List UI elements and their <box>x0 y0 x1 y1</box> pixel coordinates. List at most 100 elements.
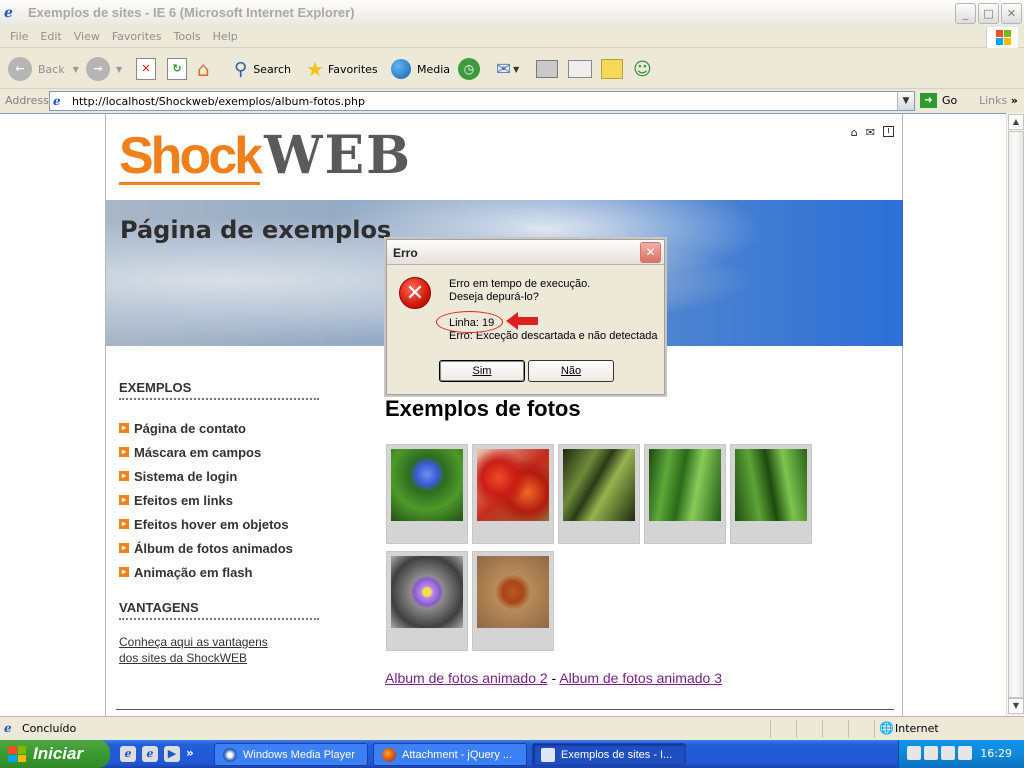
task-ie-exemplos[interactable]: Exemplos de sites - I... <box>532 743 686 766</box>
links-button[interactable]: Links » <box>979 94 1018 107</box>
menu-edit[interactable]: Edit <box>34 27 67 43</box>
media-player-quicklaunch-icon[interactable]: ▶ <box>164 746 180 762</box>
media-button[interactable]: Media <box>391 55 450 83</box>
status-bar: ℯ Concluído 🌐 Internet <box>0 716 1024 740</box>
vantagens-link-line2[interactable]: dos sites da ShockWEB <box>119 650 324 666</box>
annotation-ellipse <box>436 311 503 333</box>
vertical-scrollbar[interactable]: ▲ ▼ <box>1006 113 1024 716</box>
chevron-right-icon[interactable]: » <box>186 746 194 762</box>
media-label: Media <box>417 62 451 76</box>
favorites-button[interactable]: ★ Favorites <box>306 55 378 83</box>
task-firefox[interactable]: Attachment - jQuery ... <box>373 743 527 766</box>
photo-thumb-5[interactable] <box>730 444 812 544</box>
volume-icon[interactable] <box>941 746 955 760</box>
vantagens-link-line1[interactable]: Conheça aqui as vantagens <box>119 634 324 650</box>
mail-button[interactable]: ✉ ▼ <box>496 55 519 83</box>
menu-favorites[interactable]: Favorites <box>106 27 168 43</box>
sidebar-heading-exemplos: EXEMPLOS <box>119 380 319 400</box>
refresh-button[interactable]: ↻ <box>167 55 187 83</box>
status-text: Concluído <box>22 722 77 735</box>
arrow-bullet-icon: ▸ <box>119 495 129 505</box>
messenger-button[interactable]: ☺ <box>633 55 652 83</box>
photo-thumb-6[interactable] <box>386 551 468 651</box>
yes-button[interactable]: Sim <box>439 360 525 382</box>
info-icon[interactable]: i <box>883 126 894 137</box>
chevron-right-icon: » <box>1010 94 1018 107</box>
sidebar-item-label: Página de contato <box>134 420 246 436</box>
mail-icon[interactable]: ✉ <box>866 126 875 139</box>
media-player-icon <box>223 747 237 762</box>
network-icon[interactable] <box>907 746 921 760</box>
address-input[interactable]: ℯ http://localhost/Shockweb/exemplos/alb… <box>49 91 915 111</box>
edit-button[interactable] <box>568 55 592 83</box>
sidebar-item-login[interactable]: ▸ Sistema de login <box>119 464 324 488</box>
menu-view[interactable]: View <box>68 27 106 43</box>
sidebar-item-efeitos-hover[interactable]: ▸ Efeitos hover em objetos <box>119 512 324 536</box>
arrow-bullet-icon: ▸ <box>119 423 129 433</box>
sidebar-item-efeitos-links[interactable]: ▸ Efeitos em links <box>119 488 324 512</box>
address-value: http://localhost/Shockweb/exemplos/album… <box>72 95 366 108</box>
search-icon: ⚲ <box>234 58 248 80</box>
scroll-down-icon[interactable]: ▼ <box>1008 698 1024 714</box>
minimize-button[interactable]: _ <box>955 3 976 24</box>
photo-thumb-2[interactable] <box>472 444 554 544</box>
close-button[interactable]: ✕ <box>1001 3 1022 24</box>
security-zone: Internet <box>895 722 939 735</box>
ie-quicklaunch-icon[interactable]: ℯ <box>120 746 136 762</box>
start-button[interactable]: Iniciar <box>0 740 110 768</box>
note-icon <box>601 59 623 79</box>
album-links: Album de fotos animado 2 - Album de foto… <box>385 670 722 686</box>
sidebar-item-contato[interactable]: ▸ Página de contato <box>119 416 324 440</box>
menu-file[interactable]: File <box>4 27 34 43</box>
forward-button[interactable]: → ▼ <box>86 55 122 83</box>
scroll-up-icon[interactable]: ▲ <box>1008 114 1024 130</box>
dialog-close-button[interactable]: ✕ <box>640 242 661 263</box>
print-button[interactable] <box>536 55 558 83</box>
home-icon: ⌂ <box>197 57 210 81</box>
album-link-3[interactable]: Album de fotos animado 3 <box>559 670 722 686</box>
search-button[interactable]: ⚲ Search <box>234 55 291 83</box>
history-button[interactable]: ◷ <box>458 55 480 83</box>
no-button[interactable]: Não <box>528 360 614 382</box>
sidebar-item-mascara[interactable]: ▸ Máscara em campos <box>119 440 324 464</box>
site-logo[interactable]: ShockWEB <box>119 128 412 185</box>
sidebar-item-label: Efeitos hover em objetos <box>134 516 289 532</box>
photo-thumb-7[interactable] <box>472 551 554 651</box>
task-media-player[interactable]: Windows Media Player <box>214 743 368 766</box>
clock: 16:29 <box>980 747 1012 760</box>
go-label: Go <box>942 94 958 107</box>
connection-icon[interactable] <box>924 746 938 760</box>
photo-thumb-3[interactable] <box>558 444 640 544</box>
home-button[interactable]: ⌂ <box>197 55 210 83</box>
sidebar-item-album[interactable]: ▸ Álbum de fotos animados <box>119 536 324 560</box>
back-button[interactable]: ← Back ▼ <box>8 55 79 83</box>
dialog-title-bar: Erro ✕ <box>387 240 664 265</box>
address-bar: Address ℯ http://localhost/Shockweb/exem… <box>0 90 1024 112</box>
menu-help[interactable]: Help <box>207 27 244 43</box>
back-arrow-icon: ← <box>8 57 32 81</box>
photo-red-leaves <box>477 449 549 521</box>
chevron-down-icon: ▼ <box>116 64 123 74</box>
photo-grass <box>735 449 807 521</box>
security-icon[interactable] <box>958 746 972 760</box>
photo-thumb-1[interactable] <box>386 444 468 544</box>
address-dropdown-icon[interactable]: ▼ <box>897 92 914 110</box>
album-link-2[interactable]: Album de fotos animado 2 <box>385 670 548 686</box>
discuss-button[interactable] <box>601 55 623 83</box>
title-bar: ℯ Exemplos de sites - IE 6 (Microsoft In… <box>0 0 1024 27</box>
ie-alt-quicklaunch-icon[interactable]: ℯ <box>142 746 158 762</box>
dialog-message-line1: Erro em tempo de execução. <box>449 278 591 290</box>
home-icon[interactable]: ⌂ <box>851 126 858 139</box>
mail-icon: ✉ <box>496 58 512 80</box>
address-label: Address <box>5 94 49 107</box>
scroll-thumb[interactable] <box>1008 131 1024 698</box>
maximize-button[interactable]: □ <box>978 3 999 24</box>
sidebar-item-flash[interactable]: ▸ Animação em flash <box>119 560 324 584</box>
go-button[interactable]: ➜ Go <box>920 93 957 108</box>
menu-tools[interactable]: Tools <box>168 27 207 43</box>
photo-thumb-4[interactable] <box>644 444 726 544</box>
stop-button[interactable]: ✕ <box>136 55 156 83</box>
search-label: Search <box>253 62 291 76</box>
windows-logo-icon <box>986 27 1018 48</box>
photo-dew-leaves <box>563 449 635 521</box>
